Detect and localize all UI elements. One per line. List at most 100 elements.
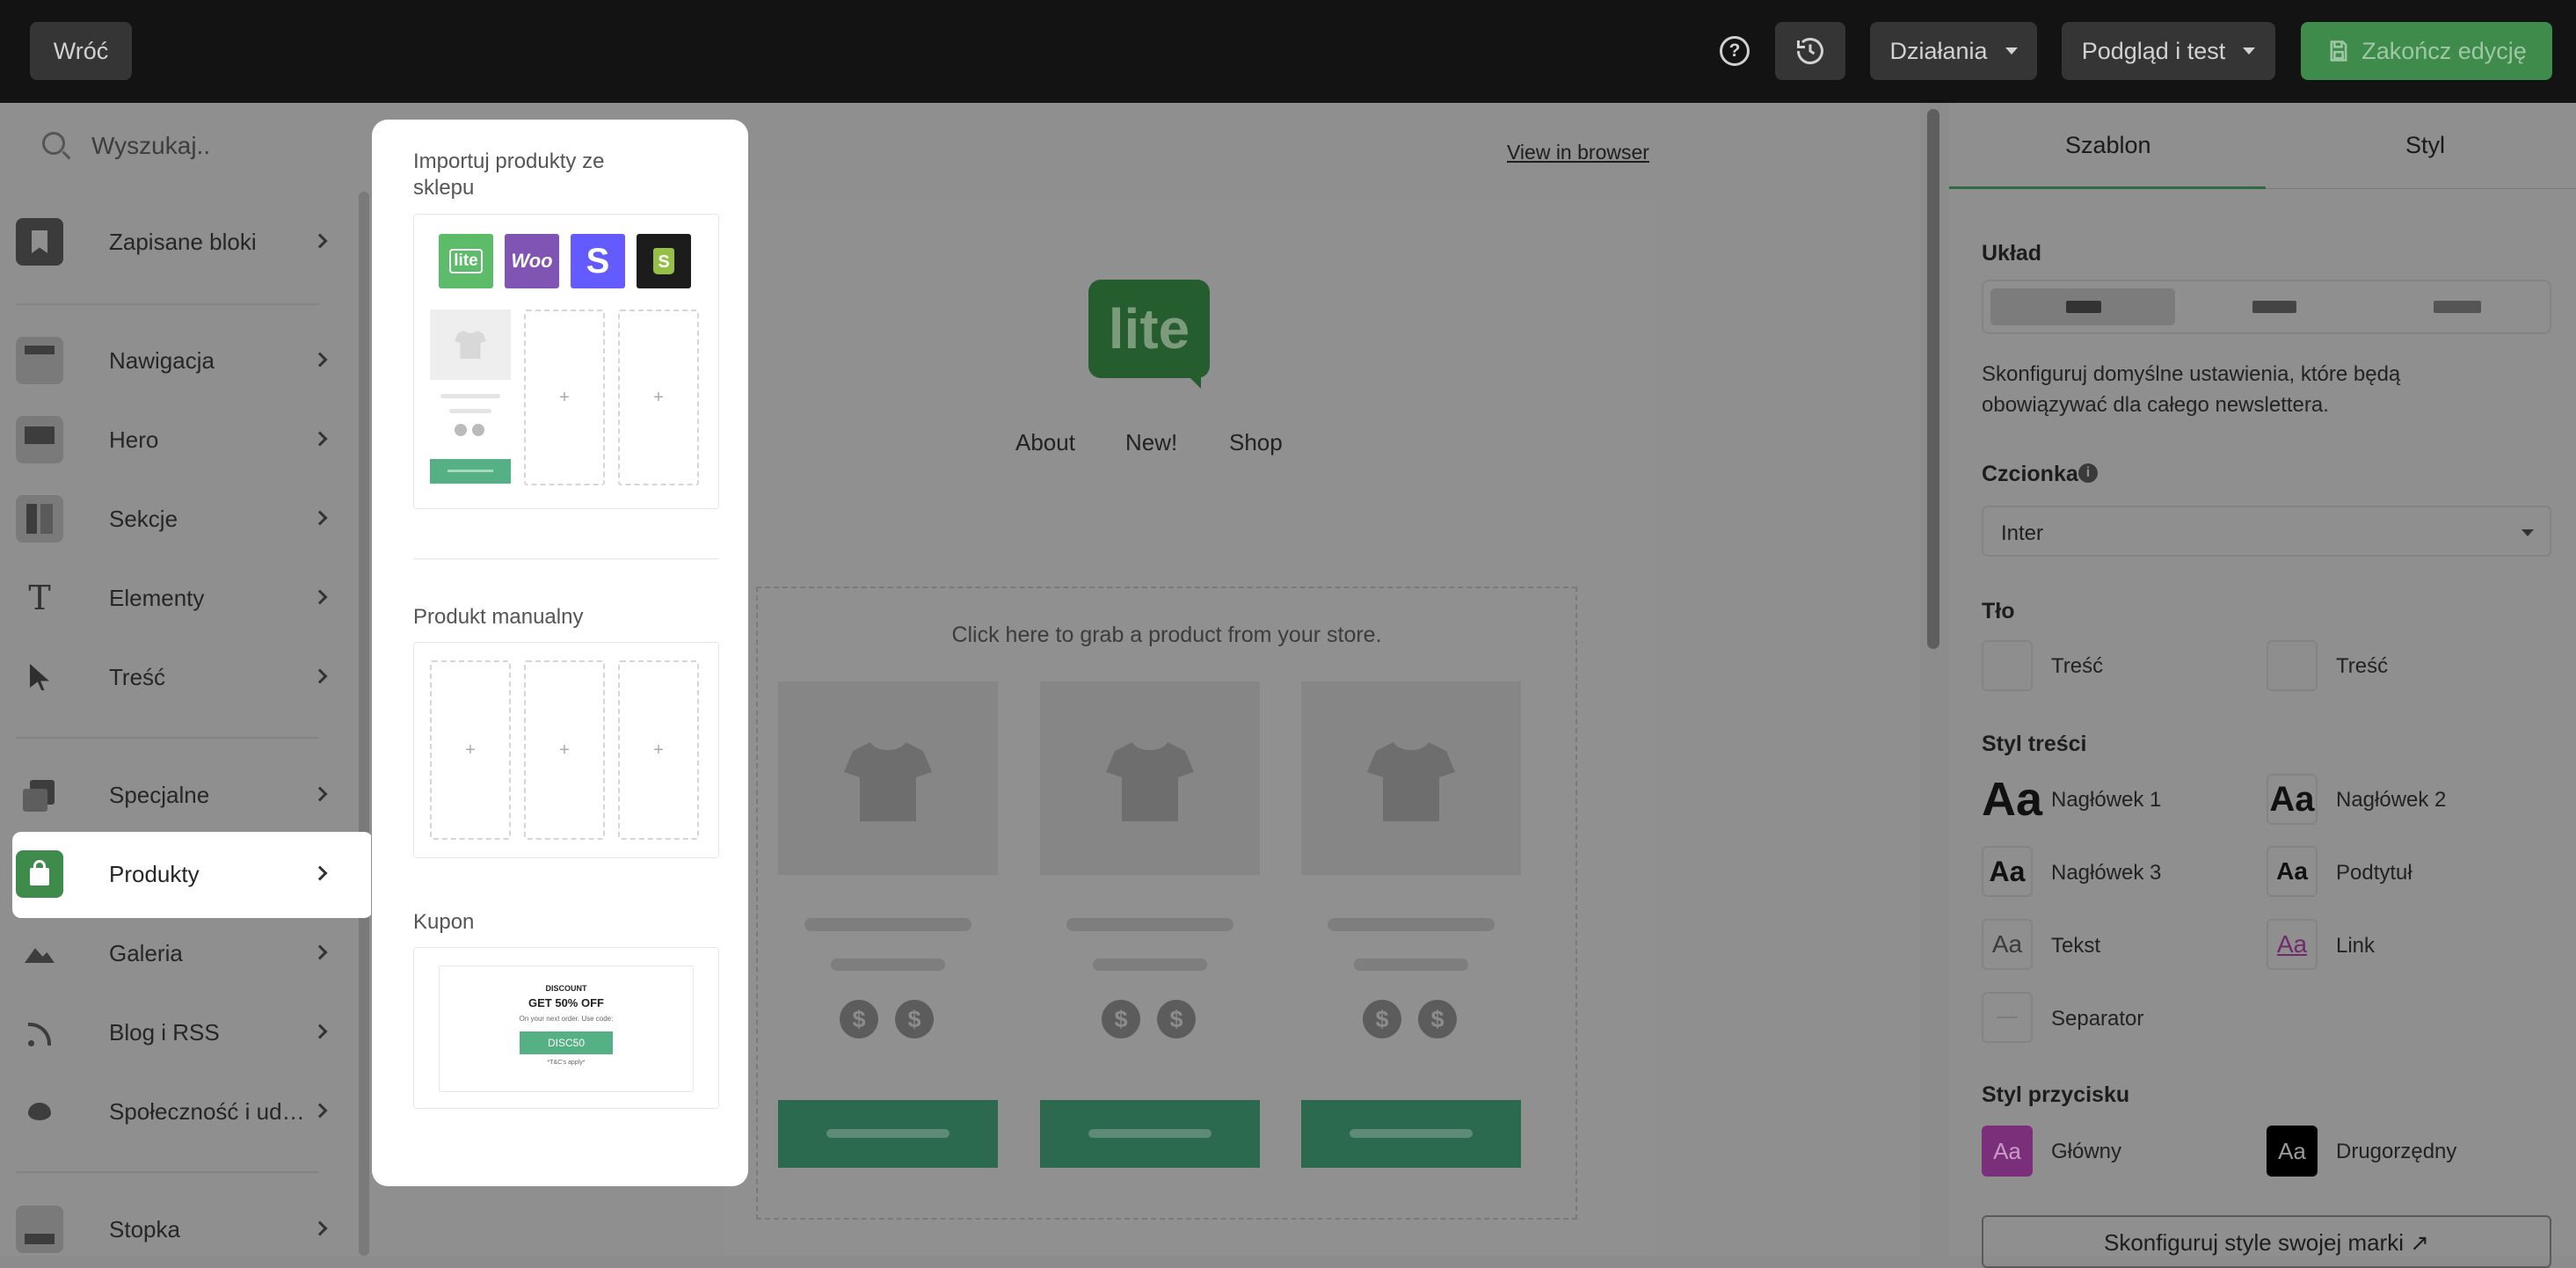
panel-divider [413,558,719,559]
sidebar-divider [16,1171,319,1173]
link-style-label[interactable]: Link [2336,934,2375,958]
add-product-slot[interactable]: + [618,660,699,840]
preview-dropdown[interactable]: Podgląd i test [2062,22,2275,80]
product-buy-button[interactable] [778,1100,998,1168]
add-product-slot[interactable]: + [524,660,605,840]
sidebar-item-hero[interactable]: Hero [16,412,334,468]
chevron-right-icon [312,352,328,368]
heading3-style-sample[interactable]: Aa [1982,846,2033,897]
sidebar-item-footer[interactable]: Stopka [16,1201,334,1257]
text-t-icon: T [28,579,51,617]
products-flyout-panel: Importuj produkty ze sklepu lite Woo S S… [372,120,748,1186]
primary-button-style-label[interactable]: Główny [2051,1140,2121,1164]
sidebar-item-blog-rss[interactable]: Blog i RSS [16,1004,334,1060]
coupon-code-button: DISC50 [520,1031,613,1054]
sidebar-item-products[interactable]: Produkty [16,846,334,902]
sidebar-item-saved-blocks[interactable]: Zapisane bloki [16,214,334,270]
sidebar-item-sections[interactable]: Sekcje [16,491,334,547]
font-select[interactable]: Inter [1982,506,2551,557]
content-color-swatch[interactable] [2267,640,2318,691]
back-button[interactable]: Wróć [30,22,132,80]
cursor-icon [16,653,63,701]
lite-logo[interactable]: lite [439,234,493,288]
sidebar-item-social[interactable]: Społeczność i udostępnianie [16,1083,334,1140]
canvas-scrollbar[interactable] [1927,109,1939,649]
link-style-sample[interactable]: Aa [2267,919,2318,970]
subtitle-style-sample[interactable]: Aa [2267,846,2318,897]
email-logo[interactable]: lite [1088,280,1210,389]
manual-product-card[interactable]: + + + [413,642,719,858]
sidebar-item-navigation[interactable]: Nawigacja [16,332,334,389]
coupon-card[interactable]: DISCOUNT GET 50% OFF On your next order.… [413,947,719,1109]
add-product-slot[interactable]: + [524,310,605,485]
shopping-bag-icon [16,850,63,898]
heading2-style-label[interactable]: Nagłówek 2 [2336,788,2446,813]
sidebar-item-special[interactable]: Specjalne [16,767,334,823]
secondary-button-style-label[interactable]: Drugorzędny [2336,1140,2456,1164]
chevron-right-icon [312,589,328,605]
sidebar-item-gallery[interactable]: Galeria [16,925,334,981]
separator-line [1997,1017,2018,1018]
email-nav-link[interactable]: Shop [1229,429,1283,456]
separator-style-sample[interactable] [1982,992,2033,1043]
coupon-title: Kupon [413,910,475,934]
email-nav-link[interactable]: New! [1125,429,1177,456]
text-style-label[interactable]: Tekst [2051,934,2100,958]
shopify-logo[interactable]: S [637,234,691,288]
font-select-value: Inter [2001,521,2044,545]
subtitle-style-label[interactable]: Podtytuł [2336,861,2412,885]
actions-dropdown[interactable]: Działania [1870,22,2037,80]
layout-wide-icon [2252,301,2296,313]
view-in-browser-link[interactable]: View in browser [1507,141,1649,164]
finish-edit-button[interactable]: Zakończ edycję [2301,22,2552,80]
bookmark-icon [16,218,63,266]
chevron-right-icon [312,865,328,881]
import-products-card[interactable]: lite Woo S S + + [413,214,719,509]
add-product-slot[interactable]: + [430,660,511,840]
primary-button-style-sample[interactable]: Aa [1982,1126,2033,1177]
sidebar-item-label: Specjalne [109,781,210,808]
sidebar-item-elements[interactable]: T Elementy [16,570,334,626]
background-color-swatch[interactable] [1982,640,2033,691]
search-input[interactable] [91,128,355,164]
special-icon [16,771,63,819]
layout-option-wide[interactable] [2182,288,2367,325]
tab-style[interactable]: Styl [2405,132,2445,159]
configure-brand-styles-button[interactable]: Skonfiguruj style swojej marki ↗ [1982,1215,2551,1268]
chevron-down-icon [2005,47,2018,55]
text-style-sample[interactable]: Aa [1982,919,2033,970]
sidebar-item-content[interactable]: Treść [16,649,334,705]
sidebar-scrollbar[interactable] [359,192,369,1256]
tshirt-icon [844,742,932,821]
woo-logo[interactable]: Woo [505,234,559,288]
heading1-style-sample[interactable]: Aa [1982,773,2042,826]
history-button[interactable] [1775,22,1845,80]
info-icon[interactable]: i [2078,463,2098,483]
shopify-bag-icon: S [653,248,674,274]
manual-product-title: Produkt manualny [413,605,584,629]
chevron-right-icon [312,668,328,684]
email-nav-link[interactable]: About [1015,429,1075,456]
product-title-placeholder [804,918,971,931]
chevron-down-icon [2243,47,2256,55]
layout-option-centered[interactable] [1990,288,2175,325]
product-buy-button[interactable] [1301,1100,1521,1168]
layout-option-full[interactable] [2367,288,2546,325]
help-icon[interactable]: ? [1720,36,1750,66]
add-product-slot[interactable]: + [618,310,699,485]
chevron-right-icon [312,944,328,960]
product-placeholder-hint: Click here to grab a product from your s… [951,623,1382,647]
stripe-logo[interactable]: S [571,234,625,288]
heading1-style-label[interactable]: Nagłówek 1 [2051,788,2161,813]
tshirt-icon [1367,742,1455,821]
product-buy-button[interactable] [1040,1100,1260,1168]
import-products-title: Importuj produkty ze sklepu [413,149,605,200]
layout-selector[interactable] [1982,280,2551,334]
heading3-style-label[interactable]: Nagłówek 3 [2051,861,2161,885]
heading2-style-sample[interactable]: Aa [2267,774,2318,825]
separator-style-label[interactable]: Separator [2051,1007,2143,1031]
secondary-button-style-sample[interactable]: Aa [2267,1126,2318,1177]
sidebar-item-label: Nawigacja [109,346,215,374]
tab-template[interactable]: Szablon [2065,132,2151,159]
background-heading: Tło [1982,599,2015,623]
